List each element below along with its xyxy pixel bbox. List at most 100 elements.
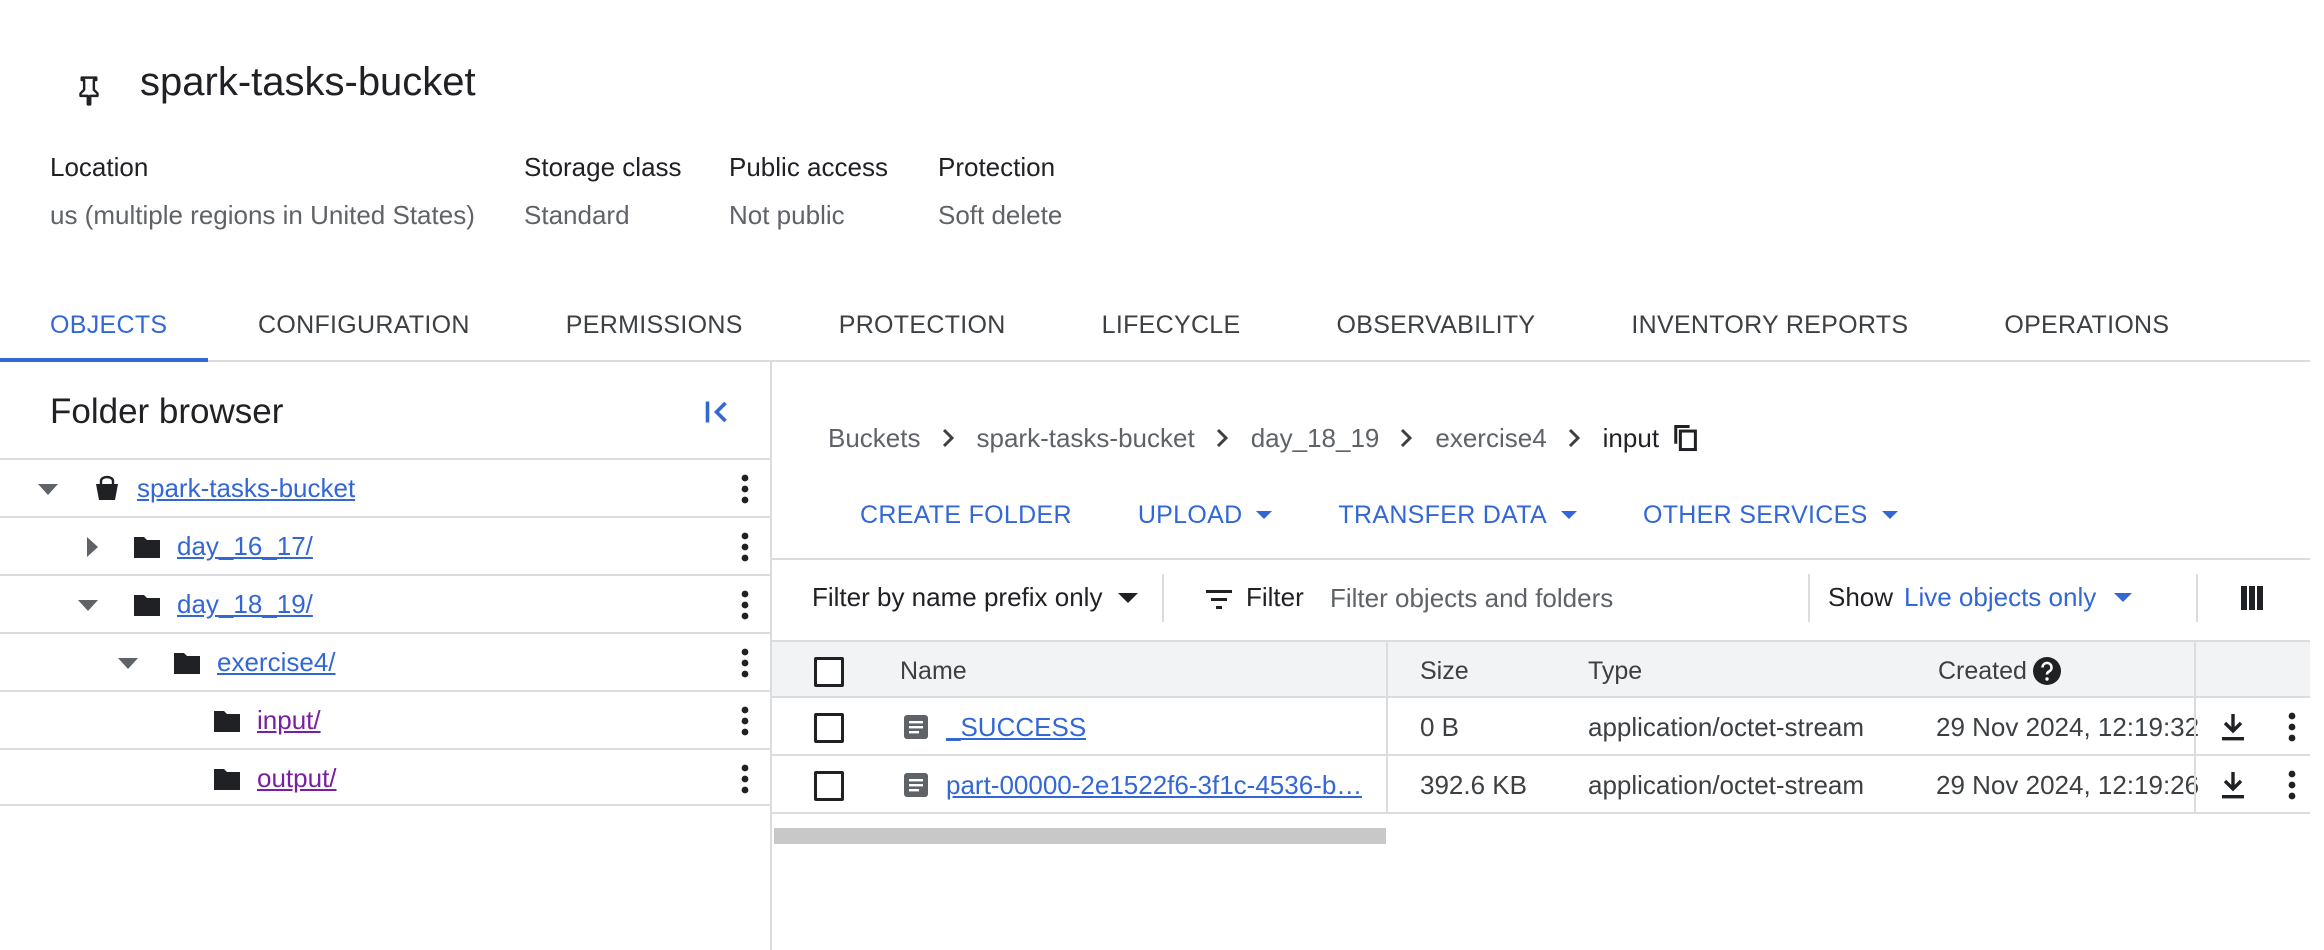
more-vert-icon[interactable] bbox=[733, 759, 757, 799]
tree-item-folder[interactable]: day_16_17/ bbox=[0, 516, 770, 574]
meta-location: Location us (multiple regions in United … bbox=[50, 150, 475, 232]
object-type: application/octet-stream bbox=[1588, 770, 1865, 800]
meta-public-access: Public access Not public bbox=[729, 150, 888, 232]
other-services-button[interactable]: OTHER SERVICES bbox=[1643, 501, 1898, 530]
tab-operations[interactable]: OPERATIONS bbox=[1958, 290, 2219, 360]
breadcrumb: Buckets spark-tasks-bucket day_18_19 exe… bbox=[828, 418, 1699, 458]
caret-down-icon[interactable] bbox=[76, 593, 100, 617]
table-header-row: Name Size Type Created bbox=[772, 640, 2310, 700]
meta-label: Public access bbox=[729, 152, 888, 182]
tree-item-label[interactable]: day_18_19/ bbox=[177, 589, 313, 620]
create-folder-button[interactable]: CREATE FOLDER bbox=[860, 501, 1072, 530]
tab-protection[interactable]: PROTECTION bbox=[793, 290, 1056, 360]
chevron-right-icon bbox=[929, 423, 969, 453]
meta-value: us (multiple regions in United States) bbox=[50, 200, 475, 230]
breadcrumb-day-18-19[interactable]: day_18_19 bbox=[1251, 423, 1380, 454]
column-display-icon[interactable] bbox=[2240, 584, 2264, 612]
breadcrumb-bucket[interactable]: spark-tasks-bucket bbox=[977, 423, 1195, 454]
meta-value: Soft delete bbox=[938, 200, 1063, 230]
chevron-right-icon bbox=[1203, 423, 1243, 453]
filter-input[interactable] bbox=[1330, 576, 1770, 620]
tree-item-folder[interactable]: output/ bbox=[0, 748, 770, 806]
row-checkbox[interactable] bbox=[814, 713, 844, 743]
more-vert-icon[interactable] bbox=[2280, 765, 2304, 805]
meta-label: Protection bbox=[938, 152, 1056, 182]
more-vert-icon[interactable] bbox=[733, 701, 757, 741]
tree-item-label[interactable]: exercise4/ bbox=[217, 647, 336, 678]
meta-storage-class: Storage class Standard bbox=[524, 150, 682, 232]
folder-browser-panel: Folder browser spark-tasks-bucket day_16… bbox=[0, 362, 772, 950]
tab-lifecycle[interactable]: LIFECYCLE bbox=[1056, 290, 1291, 360]
dropdown-arrow-icon bbox=[1881, 511, 1898, 519]
column-header-type[interactable]: Type bbox=[1588, 657, 1642, 686]
breadcrumb-buckets[interactable]: Buckets bbox=[828, 423, 921, 454]
tree-item-label[interactable]: input/ bbox=[257, 705, 321, 736]
pin-icon[interactable] bbox=[74, 74, 104, 108]
column-header-name[interactable]: Name bbox=[900, 657, 967, 686]
collapse-panel-icon[interactable] bbox=[700, 394, 736, 430]
transfer-data-button[interactable]: TRANSFER DATA bbox=[1338, 501, 1577, 530]
tree-item-label[interactable]: day_16_17/ bbox=[177, 531, 313, 562]
tab-observability[interactable]: OBSERVABILITY bbox=[1290, 290, 1585, 360]
folder-icon bbox=[134, 537, 160, 558]
tree-item-folder[interactable]: input/ bbox=[0, 690, 770, 748]
bucket-header: spark-tasks-bucket Location us (multiple… bbox=[0, 0, 2324, 290]
tree-item-folder[interactable]: day_18_19/ bbox=[0, 574, 770, 632]
object-size: 392.6 KB bbox=[1420, 770, 1527, 800]
tree-item-label[interactable]: output/ bbox=[257, 763, 337, 794]
tree-item-folder[interactable]: exercise4/ bbox=[0, 632, 770, 690]
object-size: 0 B bbox=[1420, 712, 1460, 742]
column-header-size[interactable]: Size bbox=[1420, 657, 1469, 686]
column-divider bbox=[1386, 698, 1388, 756]
caret-down-icon[interactable] bbox=[116, 651, 140, 675]
folder-icon bbox=[214, 769, 240, 790]
object-name-link[interactable]: _SUCCESS bbox=[946, 712, 1086, 743]
column-divider bbox=[2194, 642, 2196, 700]
tab-inventory-reports[interactable]: INVENTORY REPORTS bbox=[1585, 290, 1958, 360]
row-checkbox[interactable] bbox=[814, 771, 844, 801]
file-icon bbox=[904, 715, 928, 739]
upload-label: UPLOAD bbox=[1137, 500, 1243, 529]
help-icon[interactable] bbox=[2032, 656, 2062, 686]
folder-tree: spark-tasks-bucket day_16_17/ day_18_19/… bbox=[0, 458, 770, 806]
more-vert-icon[interactable] bbox=[733, 585, 757, 625]
filter-label: Filter bbox=[1246, 582, 1304, 612]
column-header-created[interactable]: Created bbox=[1938, 657, 2027, 686]
tree-item-bucket[interactable]: spark-tasks-bucket bbox=[0, 458, 770, 516]
copy-icon[interactable] bbox=[1671, 423, 1699, 453]
more-vert-icon[interactable] bbox=[2280, 707, 2304, 747]
divider bbox=[1808, 574, 1810, 622]
meta-value: Standard bbox=[524, 200, 630, 230]
download-icon[interactable] bbox=[2218, 711, 2248, 743]
caret-down-icon[interactable] bbox=[36, 477, 60, 501]
create-folder-label: CREATE FOLDER bbox=[860, 500, 1072, 529]
objects-panel: Buckets spark-tasks-bucket day_18_19 exe… bbox=[772, 362, 2310, 950]
select-all-checkbox[interactable] bbox=[814, 657, 844, 687]
chevron-right-icon bbox=[1387, 423, 1427, 453]
filter-mode-select[interactable]: Filter by name prefix only bbox=[812, 582, 1139, 613]
folder-browser-title: Folder browser bbox=[50, 392, 284, 431]
more-vert-icon[interactable] bbox=[733, 527, 757, 567]
horizontal-scrollbar[interactable] bbox=[774, 828, 1386, 844]
breadcrumb-current: input bbox=[1602, 422, 1660, 453]
more-vert-icon[interactable] bbox=[733, 643, 757, 683]
tab-permissions[interactable]: PERMISSIONS bbox=[520, 290, 793, 360]
object-state-select[interactable]: Live objects only bbox=[1904, 582, 2133, 613]
object-created: 29 Nov 2024, 12:19:26 bbox=[1936, 770, 2200, 800]
transfer-data-label: TRANSFER DATA bbox=[1338, 500, 1547, 529]
object-name-link[interactable]: part-00000-2e1522f6-3f1c-4536-b… bbox=[946, 770, 1362, 801]
upload-button[interactable]: UPLOAD bbox=[1138, 501, 1273, 530]
dropdown-arrow-icon bbox=[1118, 592, 1139, 603]
breadcrumb-exercise4[interactable]: exercise4 bbox=[1435, 423, 1546, 454]
table-row: _SUCCESS 0 B application/octet-stream 29… bbox=[772, 698, 2310, 756]
download-icon[interactable] bbox=[2218, 769, 2248, 801]
tab-objects[interactable]: OBJECTS bbox=[0, 290, 208, 362]
tree-item-label[interactable]: spark-tasks-bucket bbox=[137, 473, 355, 504]
dropdown-arrow-icon bbox=[2114, 593, 2133, 602]
meta-label: Storage class bbox=[524, 152, 682, 182]
meta-label: Location bbox=[50, 152, 149, 182]
more-vert-icon[interactable] bbox=[733, 469, 757, 509]
column-divider bbox=[2194, 756, 2196, 814]
caret-right-icon[interactable] bbox=[80, 535, 104, 559]
tab-configuration[interactable]: CONFIGURATION bbox=[208, 290, 520, 360]
